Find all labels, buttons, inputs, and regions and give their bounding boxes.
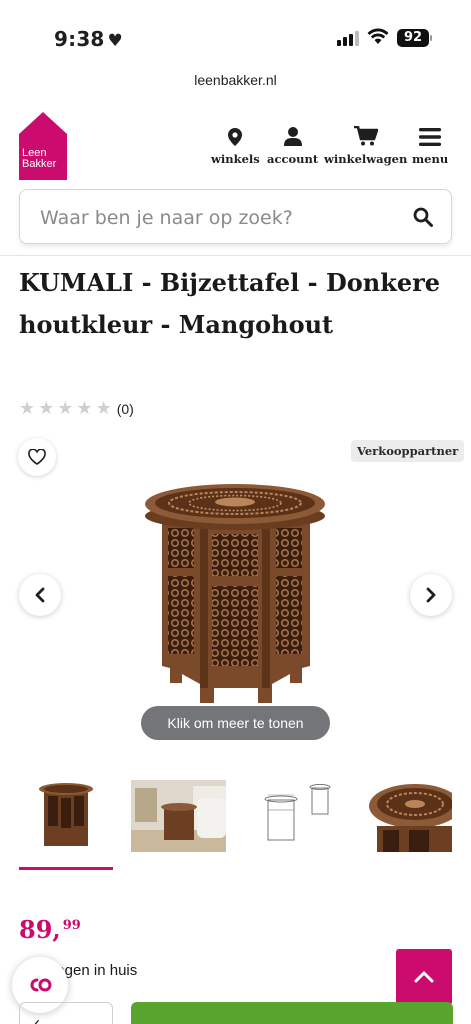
battery-tip: [430, 35, 432, 41]
nav-menu[interactable]: menu: [412, 124, 448, 166]
nav-label-winkels: winkels: [211, 152, 260, 166]
price-main: 89,: [19, 915, 61, 944]
header-divider: [0, 255, 471, 256]
status-bar: 9:38 ♥ 92: [0, 0, 471, 70]
search-input[interactable]: Waar ben je naar op zoek?: [19, 189, 452, 244]
product-title: KUMALI - Bijzettafel - Donkere houtkleur…: [19, 268, 441, 339]
thumbnail-4[interactable]: [369, 780, 452, 852]
star-icon: ★: [76, 398, 93, 418]
user-icon: [283, 127, 302, 146]
heart-icon: ♥: [107, 31, 123, 51]
price-cents: 99: [62, 918, 81, 933]
nav-account[interactable]: account: [267, 124, 318, 166]
nav-label-menu: menu: [412, 152, 449, 166]
chevron-up-icon: [414, 971, 434, 983]
wifi-icon: [367, 28, 389, 44]
back-to-top-button[interactable]: [396, 949, 452, 1005]
gallery-prev-button[interactable]: [19, 574, 61, 616]
nav-winkels[interactable]: winkels: [211, 124, 260, 166]
star-icon: ★: [38, 398, 55, 418]
chevron-left-icon: [35, 587, 45, 603]
battery-icon: 92: [397, 29, 429, 47]
star-icon: ★: [19, 398, 36, 418]
product-price: 89, 99: [19, 915, 81, 944]
product-rating[interactable]: ★ ★ ★ ★ ★ (0): [19, 398, 134, 419]
nav-winkelwagen[interactable]: winkelwagen: [324, 124, 407, 166]
heart-outline-icon: [28, 449, 46, 465]
location-pin-icon: [228, 128, 243, 146]
show-more-button[interactable]: Klik om meer te tonen: [141, 706, 330, 740]
cart-icon: [353, 126, 378, 146]
nav-label-account: account: [267, 152, 319, 166]
status-time: 9:38 ♥: [54, 27, 123, 51]
search-placeholder: Waar ben je naar op zoek?: [40, 207, 293, 229]
thumbnail-2[interactable]: [131, 780, 226, 852]
search-icon[interactable]: [413, 207, 433, 227]
thumbnail-1[interactable]: [37, 780, 95, 852]
thumbnail-3[interactable]: [262, 780, 334, 852]
quantity-stepper[interactable]: ‹: [19, 1002, 113, 1024]
chat-logo-icon: [30, 978, 52, 992]
nav-label-winkelwagen: winkelwagen: [324, 152, 408, 166]
signal-icon: [337, 30, 361, 46]
favorite-button[interactable]: [18, 438, 56, 476]
rating-count: (0): [116, 400, 134, 417]
partner-badge: Verkooppartner: [351, 440, 465, 462]
star-icon: ★: [57, 398, 74, 418]
browser-url[interactable]: leenbakker.nl: [0, 72, 471, 88]
chevron-right-icon: [426, 587, 436, 603]
product-image[interactable]: [140, 478, 330, 708]
logo-text: Leen Bakker: [22, 148, 56, 170]
add-to-cart-button[interactable]: [131, 1002, 453, 1024]
minus-icon[interactable]: ‹: [34, 1013, 40, 1024]
star-icon: ★: [95, 398, 112, 418]
gallery-next-button[interactable]: [410, 574, 452, 616]
hamburger-icon: [419, 128, 442, 146]
thumbnail-active-indicator: [19, 867, 113, 870]
logo-line-2: Bakker: [22, 158, 57, 170]
